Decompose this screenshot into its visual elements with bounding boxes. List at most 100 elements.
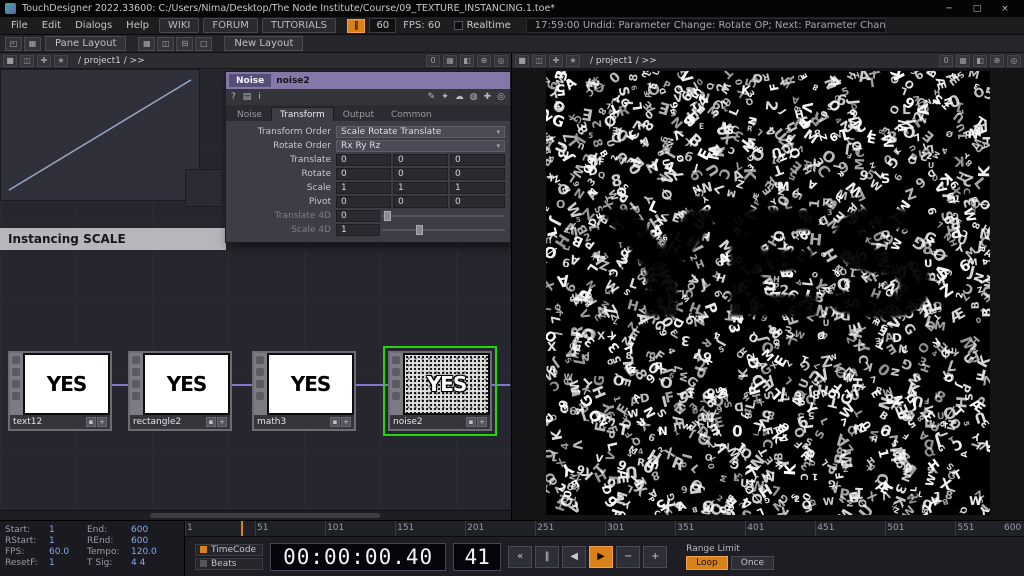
param-field-translate-4d[interactable]: 0 — [336, 210, 380, 222]
network-annotation[interactable]: Instancing SCALE — [0, 228, 226, 250]
node-viewer-toggle-rectangle2[interactable]: ▪ — [206, 417, 216, 427]
pane-type-icon[interactable]: ■ — [3, 55, 17, 67]
info-value-fps[interactable]: 60.0 — [49, 547, 87, 557]
tab-common[interactable]: Common — [383, 108, 440, 121]
node-viewer-toggle-math3[interactable]: ▪ — [330, 417, 340, 427]
layout-preset-icon-1[interactable]: ◫ — [157, 37, 174, 51]
realtime-toggle[interactable]: Realtime — [454, 20, 511, 31]
node-add-button-rectangle2[interactable]: + — [217, 417, 227, 427]
node-add-button-noise2[interactable]: + — [477, 417, 487, 427]
tab-noise[interactable]: Noise — [229, 108, 270, 121]
close-icon[interactable]: × — [991, 1, 1019, 17]
edit-icon[interactable]: ✎ — [428, 92, 436, 102]
menu-edit[interactable]: Edit — [35, 18, 68, 33]
viewer-path-breadcrumb[interactable]: / project1 / >> — [590, 56, 657, 66]
add-pane-icon[interactable]: ✚ — [37, 55, 51, 67]
bookmark-icon[interactable]: ★ — [566, 55, 580, 67]
timecode-display[interactable]: 00:00:00.40 — [270, 543, 446, 571]
help-icon[interactable]: ? — [231, 92, 236, 102]
overlay-icon[interactable]: ◧ — [973, 55, 987, 67]
param-field-pivot-2[interactable]: 0 — [450, 196, 505, 208]
playhead[interactable] — [241, 521, 243, 536]
info-value-end[interactable]: 600 — [131, 525, 179, 535]
once-button[interactable]: Once — [731, 556, 774, 570]
split-pane-icon[interactable]: ◫ — [532, 55, 546, 67]
add-op-icon[interactable]: ⊕ — [990, 55, 1004, 67]
node-viewer-toggle-noise2[interactable]: ▪ — [466, 417, 476, 427]
timeline-ruler[interactable]: 151101151201251301351401451501551600 — [185, 521, 1024, 537]
tab-transform[interactable]: Transform — [271, 107, 334, 121]
param-field-scale-0[interactable]: 1 — [336, 182, 391, 194]
step-back-button[interactable]: − — [616, 546, 640, 568]
param-field-scale-4d[interactable]: 1 — [336, 224, 380, 236]
menu-help[interactable]: Help — [119, 18, 156, 33]
top-viewer[interactable]: AR1LFV3DÆ6ÆEWTVLXKFIX2GGG2V3JUV7XØ7KØF86… — [512, 69, 1024, 520]
param-field-translate-2[interactable]: 0 — [450, 154, 505, 166]
add-op-icon[interactable]: ⊕ — [477, 55, 491, 67]
op-name-field[interactable]: noise2 — [276, 76, 309, 86]
realtime-checkbox[interactable] — [454, 21, 463, 30]
node-add-button-math3[interactable]: + — [341, 417, 351, 427]
param-slider-scale-4d[interactable] — [382, 224, 505, 236]
network-path-breadcrumb[interactable]: / project1 / >> — [78, 56, 145, 66]
info-value-resetf[interactable]: 1 — [49, 558, 87, 568]
param-field-pivot-1[interactable]: 0 — [393, 196, 448, 208]
node-viewer-toggle-text12[interactable]: ▪ — [86, 417, 96, 427]
param-field-rotate-1[interactable]: 0 — [393, 168, 448, 180]
horizontal-scrollbar[interactable] — [0, 510, 511, 520]
info-value-rstart[interactable]: 1 — [49, 536, 87, 546]
param-field-rotate-0[interactable]: 0 — [336, 168, 391, 180]
play-forward-button[interactable]: ▶ — [589, 546, 613, 568]
param-field-rotate-2[interactable]: 0 — [450, 168, 505, 180]
split-pane-icon[interactable]: ◫ — [20, 55, 34, 67]
timecode-mode-button[interactable]: TimeCode — [195, 544, 263, 556]
node-add-button-text12[interactable]: + — [97, 417, 107, 427]
language-icon[interactable]: ◍ — [470, 92, 478, 102]
current-frame-display[interactable]: 41 — [453, 543, 501, 571]
focus-icon[interactable]: ◎ — [494, 55, 508, 67]
pane-type-icon[interactable]: ■ — [515, 55, 529, 67]
param-field-scale-2[interactable]: 1 — [450, 182, 505, 194]
focus-icon[interactable]: ◎ — [1007, 55, 1021, 67]
param-field-translate-1[interactable]: 0 — [393, 154, 448, 166]
children-count-badge[interactable]: 0 — [426, 55, 440, 67]
layout-preset-icon-0[interactable]: ▦ — [138, 37, 155, 51]
loop-button[interactable]: Loop — [686, 556, 728, 570]
node-text12[interactable]: YEStext12▪+ — [8, 351, 112, 431]
network-canvas[interactable]: Instancing SCALE Noise noise2 ?▤i ✎✦☁◍✚◎… — [0, 69, 511, 510]
param-field-scale-1[interactable]: 1 — [393, 182, 448, 194]
fps-field[interactable]: 60 — [369, 18, 396, 33]
parameter-dialog-header[interactable]: Noise noise2 — [226, 72, 510, 89]
new-layout-button[interactable]: New Layout — [224, 36, 303, 51]
add-icon[interactable]: ✚ — [484, 92, 492, 102]
bypass-icon[interactable]: ◎ — [497, 92, 505, 102]
toolbar-icon-1[interactable]: ▦ — [24, 37, 41, 51]
overlay-icon[interactable]: ◧ — [460, 55, 474, 67]
tab-output[interactable]: Output — [335, 108, 382, 121]
scrollbar-thumb[interactable] — [150, 513, 380, 518]
info-value-rend[interactable]: 600 — [131, 536, 179, 546]
param-dropdown-transform-order[interactable]: Scale Rotate Translate▾ — [336, 126, 505, 138]
node-noise2[interactable]: YESnoise2▪+ — [388, 351, 492, 431]
param-field-translate-0[interactable]: 0 — [336, 154, 391, 166]
step-forward-button[interactable]: + — [643, 546, 667, 568]
layout-preset-icon-2[interactable]: ⊟ — [176, 37, 193, 51]
param-slider-translate-4d[interactable] — [382, 210, 505, 222]
play-reverse-button[interactable]: ◀ — [562, 546, 586, 568]
parameters-mode-icon[interactable]: ▤ — [243, 92, 252, 102]
menu-file[interactable]: File — [4, 18, 35, 33]
parameter-dialog[interactable]: Noise noise2 ?▤i ✎✦☁◍✚◎ NoiseTransformOu… — [225, 71, 511, 243]
children-count-badge[interactable]: 0 — [939, 55, 953, 67]
node-rectangle2[interactable]: YESrectangle2▪+ — [128, 351, 232, 431]
link-wiki[interactable]: WIKI — [159, 18, 199, 33]
menu-dialogs[interactable]: Dialogs — [68, 18, 119, 33]
toolbar-icon-0[interactable]: ◰ — [5, 37, 22, 51]
jump-to-start-button[interactable]: « — [508, 546, 532, 568]
add-pane-icon[interactable]: ✚ — [549, 55, 563, 67]
link-forum[interactable]: FORUM — [203, 18, 258, 33]
cloud-icon[interactable]: ☁ — [455, 92, 464, 102]
pause-button[interactable]: ‖ — [535, 546, 559, 568]
minimize-icon[interactable]: ─ — [935, 1, 963, 17]
param-field-pivot-0[interactable]: 0 — [336, 196, 391, 208]
param-dropdown-rotate-order[interactable]: Rx Ry Rz▾ — [336, 140, 505, 152]
